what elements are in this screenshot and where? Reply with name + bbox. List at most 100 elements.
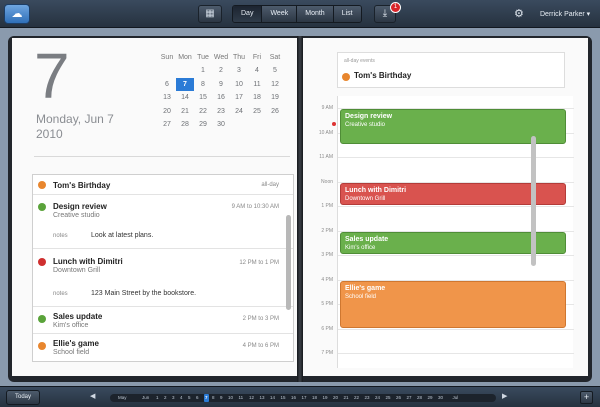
tab-month[interactable]: Month — [297, 6, 334, 22]
day-tick[interactable]: 4 — [180, 394, 183, 402]
calendar-color-dot — [38, 315, 46, 323]
mini-calendar-day[interactable]: 29 — [194, 118, 212, 132]
day-tick[interactable]: 10 — [228, 394, 233, 402]
mini-calendar-grid: 1 2 3 4 5 6 7 8 9 10 11 12 13 14 15 16 17 18 19 20 21 22 23 24 2… — [158, 64, 284, 132]
tab-day[interactable]: Day — [233, 6, 263, 22]
day-tick[interactable]: 26 — [396, 394, 401, 402]
mini-calendar-day[interactable]: 12 — [266, 78, 284, 92]
scrollbar-thumb[interactable] — [531, 136, 536, 266]
day-tick[interactable]: 7 — [204, 394, 209, 402]
day-tick[interactable]: 29 — [428, 394, 433, 402]
mini-calendar-day[interactable]: 25 — [248, 105, 266, 119]
mini-calendar-day[interactable]: 18 — [248, 91, 266, 105]
date-scrubber[interactable]: May Jun 1 2 3 4 5 6 7 8 9 10 11 12 13 14 15 16 17 18 19 20 21 2… — [110, 394, 496, 402]
day-tick[interactable]: 28 — [417, 394, 422, 402]
day-tick[interactable]: 11 — [239, 394, 244, 402]
mini-calendar-week: 6 7 8 9 10 11 12 — [158, 77, 284, 92]
mini-calendar-empty — [176, 64, 194, 78]
mini-calendar-day[interactable]: 17 — [230, 91, 248, 105]
month-label[interactable]: May — [118, 394, 127, 402]
mini-calendar-weekdays: Sun Mon Tue Wed Thu Fri Sat — [158, 52, 284, 64]
mini-calendar-day[interactable]: 14 — [176, 91, 194, 105]
day-tick[interactable]: 24 — [375, 394, 380, 402]
mini-calendar-day[interactable]: 21 — [176, 105, 194, 119]
tab-week[interactable]: Week — [262, 6, 298, 22]
list-item[interactable]: Lunch with Dimitri Downtown Grill 12 PM … — [33, 249, 293, 307]
mini-calendar-day[interactable]: 5 — [266, 64, 284, 78]
mini-calendar-day[interactable]: 7 — [176, 77, 194, 91]
mini-calendar: Sun Mon Tue Wed Thu Fri Sat 1 2 3 4 5 6 7 8 9 10 11 12 13 1… — [158, 52, 284, 132]
tab-list[interactable]: List — [333, 6, 361, 22]
cloud-icon[interactable]: ☁ — [4, 4, 30, 24]
day-tick[interactable]: 3 — [172, 394, 175, 402]
day-tick[interactable]: 8 — [212, 394, 215, 402]
month-label[interactable]: Jul — [453, 394, 459, 402]
calendar-list-icon[interactable]: ▦ — [198, 5, 222, 23]
scrollbar[interactable] — [286, 215, 291, 310]
event-time: 9 AM to 10:30 AM — [231, 204, 279, 210]
view-switcher: Day Week Month List — [232, 5, 362, 23]
day-tick[interactable]: 19 — [323, 394, 328, 402]
hour-label: 10 AM — [318, 129, 333, 136]
list-item[interactable]: Tom's Birthday all-day — [33, 175, 293, 195]
all-day-event[interactable]: Tom's Birthday — [354, 71, 411, 80]
mini-calendar-day[interactable]: 24 — [230, 105, 248, 119]
previous-arrow-icon[interactable]: ◀ — [90, 392, 95, 400]
mini-calendar-day[interactable]: 1 — [194, 64, 212, 78]
mini-calendar-day[interactable]: 26 — [266, 105, 284, 119]
add-event-button[interactable]: + — [580, 391, 593, 404]
mini-calendar-day[interactable]: 28 — [176, 118, 194, 132]
day-tick[interactable]: 6 — [196, 394, 199, 402]
day-tick[interactable]: 1 — [156, 394, 159, 402]
month-label[interactable]: Jun — [142, 394, 149, 402]
day-tick[interactable]: 27 — [407, 394, 412, 402]
day-tick[interactable]: 25 — [386, 394, 391, 402]
day-tick[interactable]: 17 — [302, 394, 307, 402]
day-tick[interactable]: 9 — [220, 394, 223, 402]
day-tick[interactable]: 5 — [188, 394, 191, 402]
weekday-label: Thu — [232, 54, 246, 61]
list-item[interactable]: Ellie's game School field 4 PM to 6 PM — [33, 334, 293, 361]
day-tick[interactable]: 14 — [270, 394, 275, 402]
mini-calendar-day[interactable]: 20 — [158, 105, 176, 119]
list-item[interactable]: Sales update Kim's office 2 PM to 3 PM — [33, 307, 293, 334]
day-tick[interactable]: 2 — [164, 394, 167, 402]
mini-calendar-day[interactable]: 15 — [194, 91, 212, 105]
mini-calendar-day[interactable]: 9 — [212, 78, 230, 92]
mini-calendar-day[interactable]: 2 — [212, 64, 230, 78]
event-time: all-day — [261, 182, 279, 188]
mini-calendar-day[interactable]: 11 — [248, 78, 266, 92]
event-list: Tom's Birthday all-day Design review Cre… — [32, 174, 294, 362]
day-tick[interactable]: 16 — [291, 394, 296, 402]
timeline-scrollbar[interactable] — [531, 96, 537, 368]
day-tick[interactable]: 22 — [354, 394, 359, 402]
day-tick[interactable]: 23 — [365, 394, 370, 402]
list-item[interactable]: Design review Creative studio 9 AM to 10… — [33, 195, 293, 249]
mini-calendar-day[interactable]: 6 — [158, 78, 176, 92]
mini-calendar-day[interactable]: 16 — [212, 91, 230, 105]
calendar-color-dot — [38, 342, 46, 350]
mini-calendar-day[interactable]: 4 — [248, 64, 266, 78]
user-menu[interactable]: Derrick Parker ▾ — [540, 10, 590, 18]
gear-icon[interactable]: ⚙ — [514, 7, 524, 20]
day-tick[interactable]: 12 — [249, 394, 254, 402]
mini-calendar-day[interactable]: 10 — [230, 78, 248, 92]
mini-calendar-day[interactable]: 27 — [158, 118, 176, 132]
mini-calendar-day[interactable]: 30 — [212, 118, 230, 132]
mini-calendar-day[interactable]: 22 — [194, 105, 212, 119]
mini-calendar-day[interactable]: 19 — [266, 91, 284, 105]
day-tick[interactable]: 30 — [438, 394, 443, 402]
event-location: Kim's office — [53, 322, 89, 329]
mini-calendar-day[interactable]: 23 — [212, 105, 230, 119]
day-tick[interactable]: 15 — [281, 394, 286, 402]
today-button[interactable]: Today — [6, 390, 40, 405]
next-arrow-icon[interactable]: ▶ — [502, 392, 507, 400]
day-tick[interactable]: 21 — [344, 394, 349, 402]
day-tick[interactable]: 13 — [260, 394, 265, 402]
mini-calendar-day[interactable]: 13 — [158, 91, 176, 105]
day-tick[interactable]: 18 — [312, 394, 317, 402]
notification-badge: 1 — [390, 2, 401, 13]
mini-calendar-day[interactable]: 8 — [194, 78, 212, 92]
mini-calendar-day[interactable]: 3 — [230, 64, 248, 78]
day-tick[interactable]: 20 — [333, 394, 338, 402]
